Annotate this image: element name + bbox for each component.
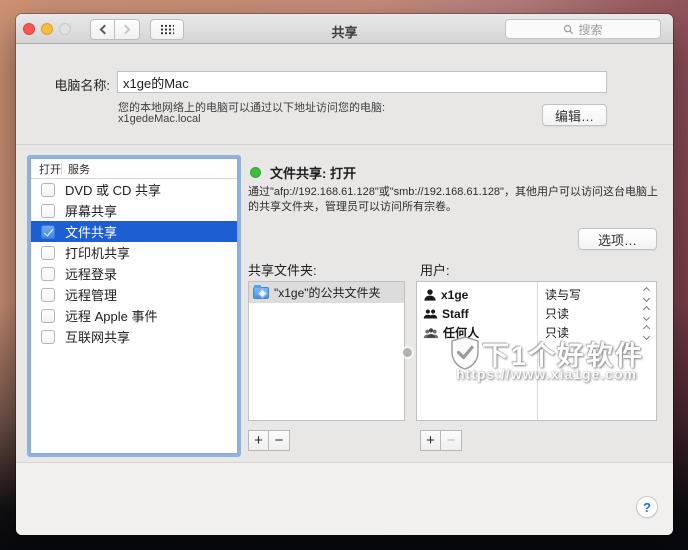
public-folder-icon [253, 284, 269, 299]
user-name: x1ge [441, 287, 469, 302]
checkbox[interactable] [41, 203, 55, 218]
checkbox[interactable] [41, 287, 55, 302]
users-two-icon [423, 309, 438, 319]
service-label: 互联网共享 [65, 330, 131, 345]
permission-value: 只读 [545, 307, 570, 321]
shared-folders-list[interactable]: "x1ge"的公共文件夹 [248, 281, 405, 421]
service-row-remote-login[interactable]: 远程登录 [31, 263, 237, 284]
search-input[interactable]: 搜索 [505, 19, 661, 39]
services-table-header: 打开 服务 [31, 159, 237, 179]
permission-value: 读与写 [545, 288, 582, 302]
service-row-dvd-cd-sharing[interactable]: DVD 或 CD 共享 [31, 179, 237, 200]
checkbox[interactable] [41, 308, 55, 323]
users-column-divider [537, 282, 538, 420]
user-icon [424, 288, 436, 301]
checkbox[interactable] [41, 266, 55, 281]
computer-name-field[interactable] [117, 71, 607, 93]
computer-hostname: x1gedeMac.local [118, 113, 201, 125]
chevron-up-icon [642, 324, 651, 333]
bottom-bar [16, 462, 673, 535]
remove-shared-folder-button[interactable]: − [269, 430, 290, 451]
permission-stepper[interactable] [642, 286, 651, 303]
users-controls: + − [420, 430, 462, 451]
search-icon [564, 24, 574, 34]
permission-stepper[interactable] [642, 324, 651, 341]
checkbox[interactable] [41, 329, 55, 344]
section-divider [16, 144, 673, 145]
sharing-preferences-window: 共享 搜索 电脑名称: 您的本地网络上的电脑可以通过以下地址访问您的电脑: x1… [16, 14, 673, 535]
computer-name-label: 电脑名称: [54, 78, 110, 93]
permission-value: 只读 [545, 326, 570, 340]
users-label: 用户: [420, 263, 450, 278]
service-label: 远程登录 [65, 267, 118, 282]
column-header-on: 打开 [39, 163, 61, 176]
checkbox[interactable] [41, 182, 55, 197]
service-row-printer-sharing[interactable]: 打印机共享 [31, 242, 237, 263]
services-table: 打开 服务 DVD 或 CD 共享 屏幕共享 文件共享 打印机共享 远程登录 远… [30, 158, 238, 454]
help-button[interactable]: ? [636, 496, 658, 518]
chevron-up-icon [642, 305, 651, 314]
service-row-remote-management[interactable]: 远程管理 [31, 284, 237, 305]
user-name: 任何人 [443, 326, 480, 340]
title-bar: 共享 搜索 [16, 14, 673, 44]
add-shared-folder-button[interactable]: + [248, 430, 269, 451]
service-label: DVD 或 CD 共享 [65, 183, 162, 198]
divider-handle-dot [403, 348, 412, 357]
service-label: 文件共享 [65, 225, 118, 240]
service-label: 远程管理 [65, 288, 118, 303]
chevron-down-icon [642, 294, 651, 303]
edit-button[interactable]: 编辑… [542, 104, 607, 126]
checkbox[interactable] [41, 245, 55, 260]
chevron-down-icon [642, 313, 651, 322]
column-header-service: 服务 [68, 163, 90, 176]
shared-folders-label: 共享文件夹: [248, 263, 317, 278]
shared-folder-row[interactable]: "x1ge"的公共文件夹 [249, 282, 404, 303]
status-on-indicator [250, 167, 261, 178]
shared-folder-name: "x1ge"的公共文件夹 [274, 286, 381, 300]
service-label: 远程 Apple 事件 [65, 309, 158, 324]
file-sharing-description: 通过"afp://192.168.61.128"或"smb://192.168.… [248, 186, 658, 213]
remove-user-button: − [441, 430, 462, 451]
permission-stepper[interactable] [642, 305, 651, 322]
status-title: 文件共享: 打开 [270, 166, 356, 181]
users-list[interactable]: x1ge 读与写 Staff 只读 任何人 只读 [416, 281, 657, 421]
search-placeholder: 搜索 [578, 22, 603, 37]
everyone-icon [423, 327, 439, 338]
user-name: Staff [442, 306, 469, 321]
add-user-button[interactable]: + [420, 430, 441, 451]
chevron-up-icon [642, 286, 651, 295]
service-label: 打印机共享 [65, 246, 131, 261]
chevron-down-icon [642, 332, 651, 341]
service-row-internet-sharing[interactable]: 互联网共享 [31, 326, 237, 347]
file-sharing-status: 文件共享: 打开 [250, 163, 356, 182]
service-label: 屏幕共享 [65, 204, 118, 219]
shared-folders-controls: + − [248, 430, 290, 451]
service-row-screen-sharing[interactable]: 屏幕共享 [31, 200, 237, 221]
checkbox-checked[interactable] [41, 224, 55, 239]
service-row-remote-apple-events[interactable]: 远程 Apple 事件 [31, 305, 237, 326]
service-row-file-sharing[interactable]: 文件共享 [31, 221, 237, 242]
options-button[interactable]: 选项… [578, 228, 657, 250]
